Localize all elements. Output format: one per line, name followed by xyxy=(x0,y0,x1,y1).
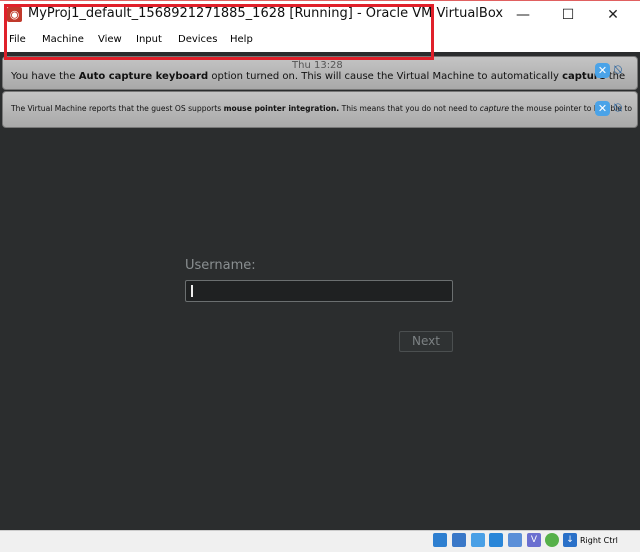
menu-machine[interactable]: Machine xyxy=(42,34,84,45)
next-button[interactable]: Next xyxy=(399,331,453,352)
status-bar xyxy=(0,530,640,552)
text: The Virtual Machine reports that the gue… xyxy=(11,104,224,113)
text-italic: capture xyxy=(479,104,510,113)
menu-view[interactable]: View xyxy=(98,34,122,45)
menu-bar xyxy=(0,30,640,52)
text-bold: mouse pointer integration. xyxy=(223,104,340,113)
text: This means that you do not need to xyxy=(339,104,480,113)
text: You have the xyxy=(11,71,79,82)
menu-help[interactable]: Help xyxy=(230,34,253,45)
virtualbox-app-icon: ◉ xyxy=(7,7,22,22)
do-not-show-again-icon[interactable]: ⍉ xyxy=(614,101,629,116)
banner-text: You have the Auto capture keyboard optio… xyxy=(11,71,625,82)
optical-drive-icon[interactable] xyxy=(433,533,447,547)
text: option turned on. This will cause the Vi… xyxy=(208,71,563,82)
text-bold: Auto capture keyboard xyxy=(78,71,209,82)
window-title: MyProj1_default_1568921271885_1628 [Runn… xyxy=(28,6,504,21)
banner-text: The Virtual Machine reports that the gue… xyxy=(11,104,632,113)
close-button[interactable]: ✕ xyxy=(598,4,628,26)
username-label: Username: xyxy=(185,258,256,273)
menu-input[interactable]: Input xyxy=(136,34,162,45)
keyboard-capture-icon[interactable]: ↓ xyxy=(563,533,577,547)
vt-x-icon[interactable]: V xyxy=(527,533,541,547)
close-banner-icon[interactable]: ✕ xyxy=(595,63,610,78)
host-key-label: Right Ctrl xyxy=(580,536,618,545)
menu-devices[interactable]: Devices xyxy=(178,34,217,45)
close-banner-icon[interactable]: ✕ xyxy=(595,101,610,116)
guest-clock: Thu 13:28 xyxy=(292,60,343,71)
do-not-show-again-icon[interactable]: ⍉ xyxy=(614,63,629,78)
menu-file[interactable]: File xyxy=(9,34,26,45)
network-icon[interactable] xyxy=(452,533,466,547)
text-caret xyxy=(191,285,193,297)
mouse-integration-banner: The Virtual Machine reports that the gue… xyxy=(2,91,638,128)
display-icon[interactable] xyxy=(489,533,503,547)
maximize-button[interactable]: ☐ xyxy=(553,4,583,26)
mouse-integration-icon[interactable] xyxy=(545,533,559,547)
video-capture-icon[interactable] xyxy=(508,533,522,547)
username-input[interactable] xyxy=(185,280,453,302)
minimize-button[interactable]: — xyxy=(508,4,538,26)
shared-folders-icon[interactable] xyxy=(471,533,485,547)
